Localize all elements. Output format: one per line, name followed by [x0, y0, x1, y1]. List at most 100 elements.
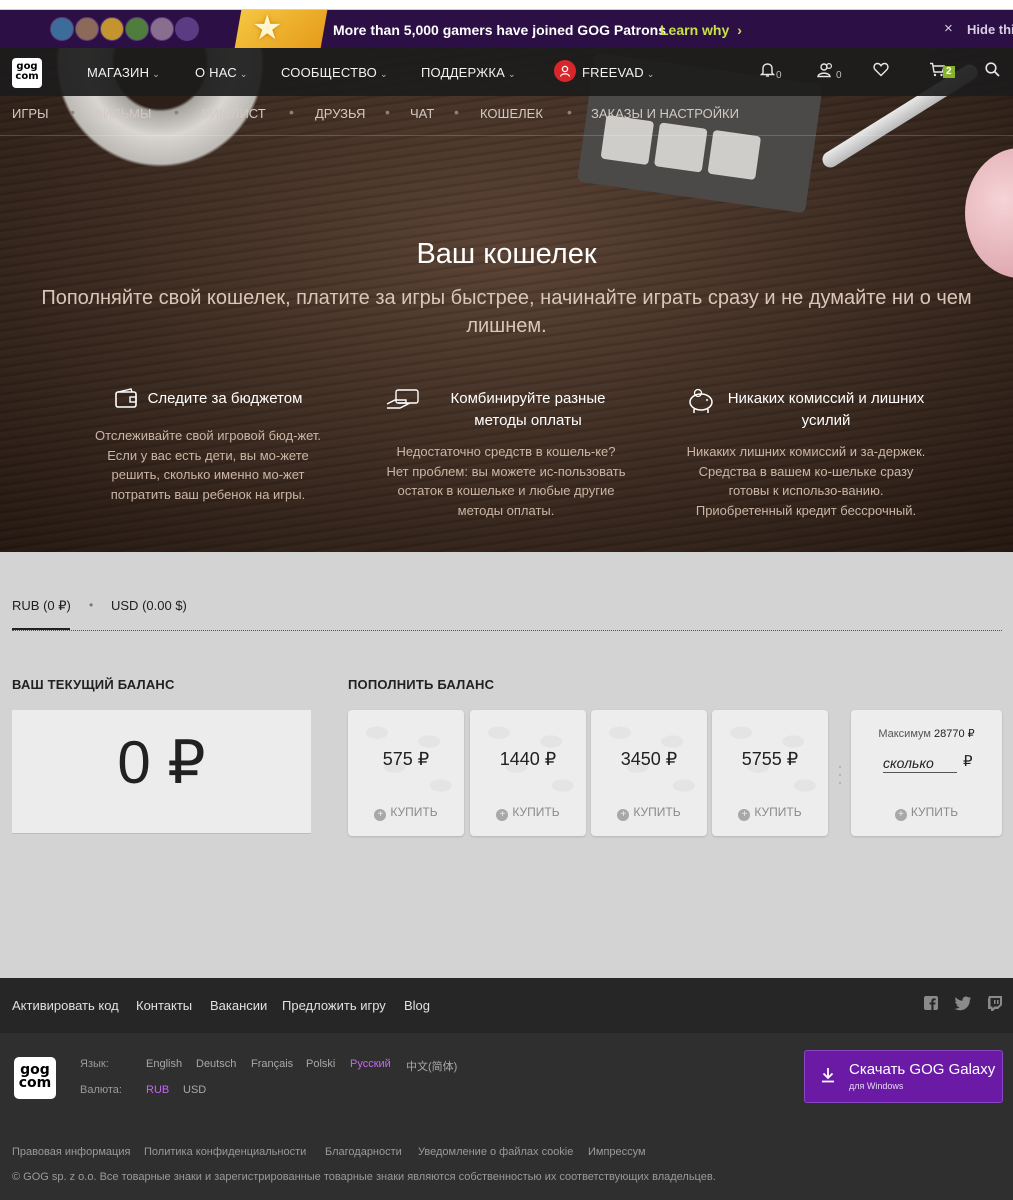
- star-icon: ★: [252, 10, 283, 47]
- buy-label: КУПИТЬ: [754, 805, 802, 819]
- topup-option[interactable]: 575 ₽ + КУПИТЬ: [348, 710, 464, 836]
- nav-support[interactable]: ПОДДЕРЖКА ⌄: [421, 65, 516, 80]
- page-subtitle: Пополняйте свой кошелек, платите за игры…: [41, 287, 972, 337]
- buy-button[interactable]: + КУПИТЬ: [712, 805, 828, 821]
- feature-title: Никаких комиссий и лишних усилий: [727, 390, 925, 429]
- language-option-deutsch[interactable]: Deutsch: [196, 1058, 236, 1070]
- language-label: Язык:: [80, 1058, 109, 1070]
- footer-gog-logo[interactable]: gog com: [14, 1057, 56, 1099]
- topup-option[interactable]: 1440 ₽ + КУПИТЬ: [470, 710, 586, 836]
- nav-about[interactable]: О НАС ⌄: [195, 65, 248, 80]
- buy-label: КУПИТЬ: [633, 805, 681, 819]
- subnav-movies[interactable]: ФИЛЬМЫ: [93, 106, 151, 121]
- friends-count: 0: [836, 70, 842, 81]
- tab-rub[interactable]: RUB (0 ₽): [12, 598, 71, 614]
- chevron-right-icon: ›: [737, 22, 742, 38]
- logo-text: com: [18, 1075, 52, 1091]
- language-option-francais[interactable]: Français: [251, 1058, 293, 1070]
- feature-text: Недостаточно средств в кошель-ке? Нет пр…: [386, 444, 626, 518]
- separator-dot: •: [70, 104, 75, 120]
- hide-promo-button[interactable]: Hide thi: [967, 22, 1013, 37]
- footer-link-redeem[interactable]: Активировать код: [12, 998, 119, 1013]
- language-option-english[interactable]: English: [146, 1058, 182, 1070]
- subnav-wallet[interactable]: КОШЕЛЕК: [480, 106, 543, 121]
- username: FREEVAD: [582, 65, 644, 80]
- subnav-orders[interactable]: ЗАКАЗЫ И НАСТРОЙКИ: [591, 106, 739, 121]
- balance-value: 0 ₽: [117, 729, 206, 796]
- legal-link-privacy[interactable]: Политика конфиденциальности: [144, 1146, 306, 1158]
- avatar: [150, 17, 174, 41]
- friends-button[interactable]: 0: [817, 62, 842, 83]
- nav-community[interactable]: СООБЩЕСТВО ⌄: [281, 65, 388, 80]
- chevron-down-icon: ⌄: [239, 69, 248, 79]
- nav-user-menu[interactable]: FREEVAD ⌄: [582, 65, 655, 80]
- avatar: [125, 17, 149, 41]
- feature-no-fees: Никаких комиссий и лишних усилий Никаких…: [686, 388, 926, 520]
- subnav-games[interactable]: ИГРЫ: [12, 106, 49, 121]
- avatar: [75, 17, 99, 41]
- legal-link-legal[interactable]: Правовая информация: [12, 1146, 130, 1158]
- legal-link-imprint[interactable]: Импрессум: [588, 1146, 646, 1158]
- language-option-russian[interactable]: Русский: [350, 1058, 391, 1070]
- nav-label: СООБЩЕСТВО: [281, 65, 377, 80]
- chevron-down-icon: ⌄: [646, 69, 655, 79]
- topup-option[interactable]: 3450 ₽ + КУПИТЬ: [591, 710, 707, 836]
- twitch-icon[interactable]: [987, 995, 1003, 1011]
- footer-link-careers[interactable]: Вакансии: [210, 998, 267, 1013]
- learn-why-label: Learn why: [660, 22, 730, 38]
- bell-icon: [759, 63, 776, 77]
- close-icon[interactable]: ×: [944, 20, 953, 37]
- footer-link-blog[interactable]: Blog: [404, 998, 430, 1013]
- gog-logo[interactable]: gog com: [12, 58, 42, 88]
- avatar: [50, 17, 74, 41]
- max-amount: Максимум 28770 ₽: [851, 727, 1002, 740]
- language-option-polski[interactable]: Polski: [306, 1058, 335, 1070]
- patron-avatars: [50, 17, 200, 41]
- wallet-icon: [114, 388, 138, 416]
- legal-link-credits[interactable]: Благодарности: [325, 1146, 402, 1158]
- topup-title: ПОПОЛНИТЬ БАЛАНС: [348, 677, 495, 692]
- balance-box: 0 ₽: [12, 710, 311, 834]
- notifications-button[interactable]: 0: [759, 62, 782, 83]
- feature-budget: Следите за бюджетом Отслеживайте свой иг…: [88, 388, 328, 504]
- topup-amount: 5755 ₽: [741, 749, 799, 769]
- buy-button[interactable]: + КУПИТЬ: [470, 805, 586, 821]
- topup-option[interactable]: 5755 ₽ + КУПИТЬ: [712, 710, 828, 836]
- user-avatar[interactable]: [554, 60, 576, 82]
- topup-amount: 575 ₽: [382, 749, 430, 769]
- promo-banner: ★ More than 5,000 gamers have joined GOG…: [0, 10, 1013, 48]
- buy-button[interactable]: + КУПИТЬ: [591, 805, 707, 821]
- buy-button[interactable]: + КУПИТЬ: [851, 805, 1002, 821]
- separator-dot: •: [567, 104, 572, 120]
- piggy-bank-icon: [686, 388, 716, 420]
- twitter-icon[interactable]: [954, 995, 972, 1011]
- wishlist-button[interactable]: [873, 62, 889, 82]
- download-icon: [822, 1068, 834, 1083]
- download-galaxy-button[interactable]: Скачать GOG Galaxy для Windows: [804, 1050, 1003, 1103]
- currency-option-rub[interactable]: RUB: [146, 1084, 169, 1096]
- custom-topup-card: Максимум 28770 ₽ ₽ +КУПИТЬ: [851, 710, 1002, 836]
- custom-amount-input[interactable]: [883, 753, 957, 773]
- search-button[interactable]: [985, 62, 1000, 82]
- facebook-icon[interactable]: [923, 995, 939, 1011]
- buy-label: КУПИТЬ: [512, 805, 560, 819]
- subnav-chat[interactable]: ЧАТ: [410, 106, 434, 121]
- subnav-friends[interactable]: ДРУЗЬЯ: [315, 106, 365, 121]
- separator-dot: •: [89, 598, 94, 612]
- galaxy-subtitle: для Windows: [849, 1081, 904, 1091]
- avatar: [100, 17, 124, 41]
- buy-button[interactable]: + КУПИТЬ: [348, 805, 464, 821]
- subnav-wishlist[interactable]: ВИШЛИСТ: [201, 106, 266, 121]
- search-icon: [985, 62, 1000, 77]
- chevron-down-icon: ⌄: [379, 69, 388, 79]
- footer-link-contacts[interactable]: Контакты: [136, 998, 192, 1013]
- currency-option-usd[interactable]: USD: [183, 1084, 206, 1096]
- max-label: Максимум: [878, 728, 931, 740]
- tab-usd[interactable]: USD (0.00 $): [111, 598, 187, 613]
- language-option-chinese[interactable]: 中文(简体): [406, 1058, 457, 1074]
- legal-link-cookies[interactable]: Уведомление о файлах cookie: [418, 1146, 573, 1158]
- footer-link-suggest-game[interactable]: Предложить игру: [282, 998, 386, 1013]
- nav-store[interactable]: МАГАЗИН ⌄: [87, 65, 160, 80]
- max-value: 28770 ₽: [934, 728, 975, 740]
- learn-why-link[interactable]: Learn why ›: [660, 22, 742, 38]
